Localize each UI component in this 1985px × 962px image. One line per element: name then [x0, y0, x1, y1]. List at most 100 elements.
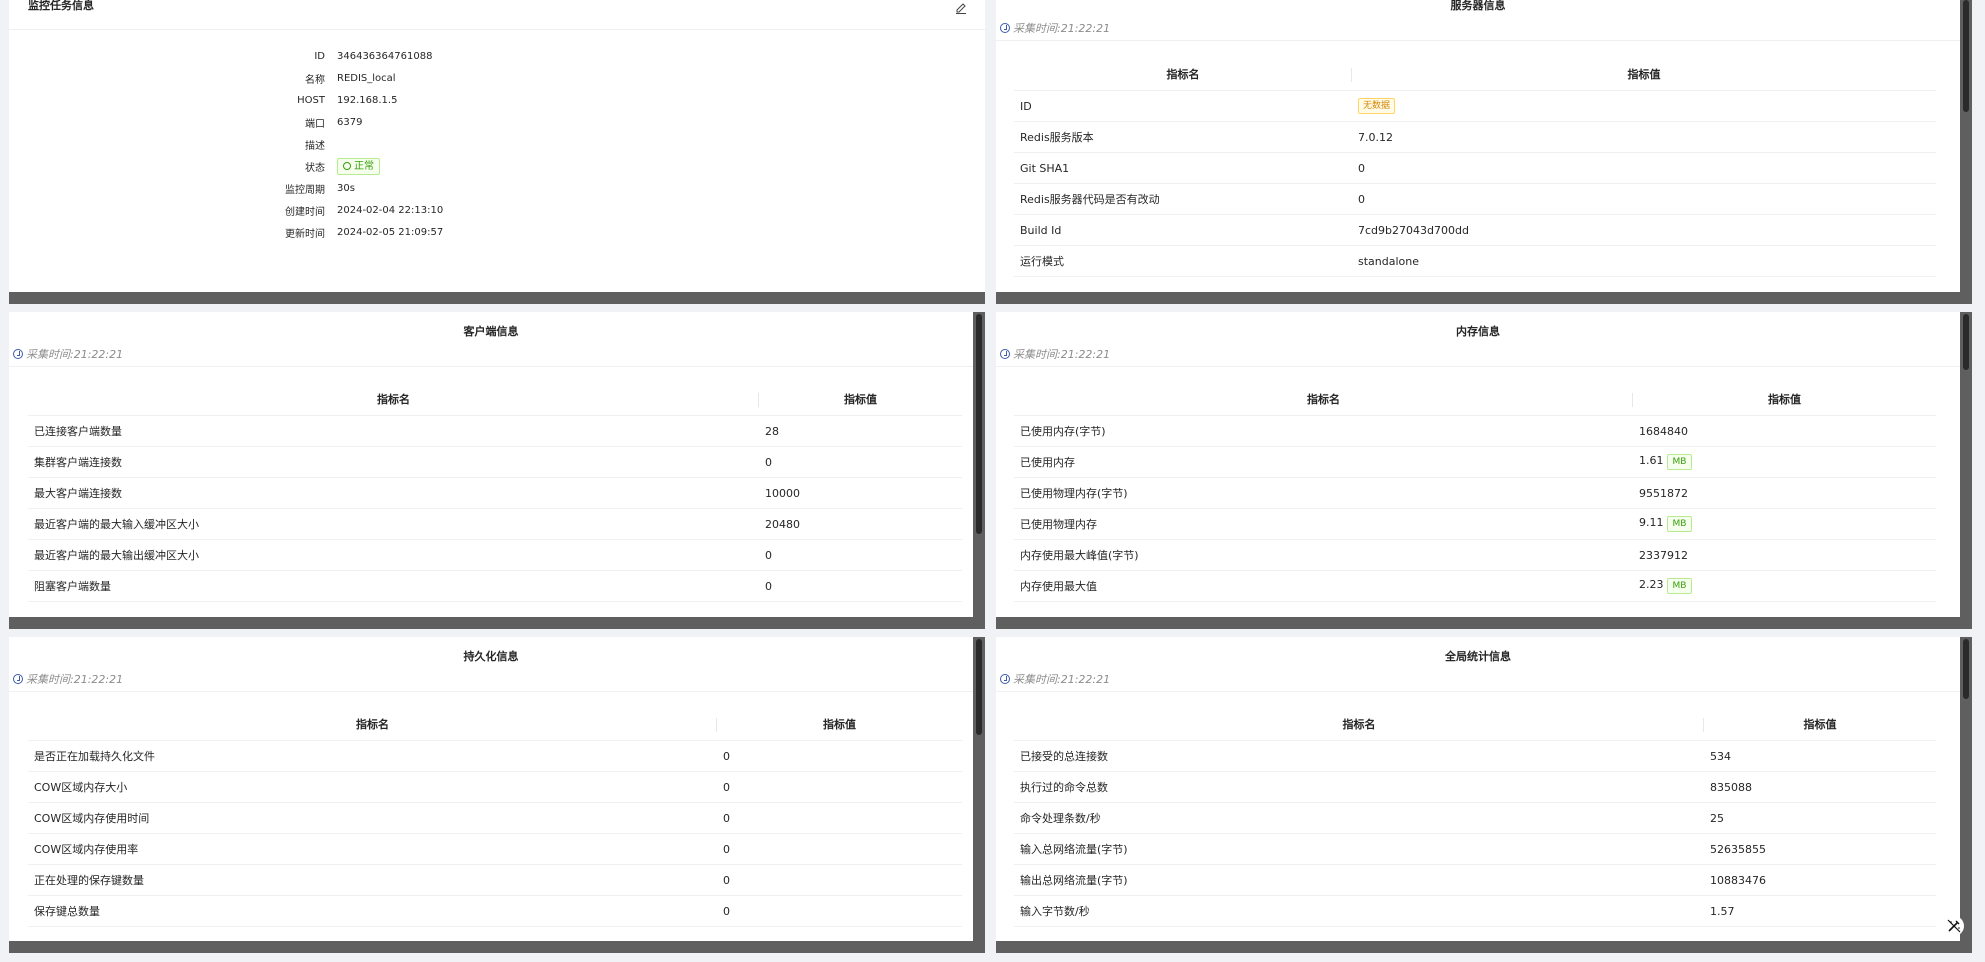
- desc-value: 192.168.1.5: [337, 94, 398, 106]
- divider: [996, 40, 1960, 41]
- table-row: Redis服务器代码是否有改动 0: [1014, 183, 1936, 215]
- column-header-value: 指标值: [1704, 708, 1936, 741]
- metric-value: 0: [717, 740, 962, 772]
- metric-name: 最近客户端的最大输入缓冲区大小: [28, 508, 759, 540]
- no-data-badge: 无数据: [1358, 98, 1396, 114]
- table-row: 内存使用最大值 2.23 MB: [1014, 570, 1936, 602]
- unit-badge: MB: [1666, 578, 1693, 594]
- table-header-row: 指标名 指标值: [28, 383, 962, 416]
- scrollbar[interactable]: [1960, 637, 1972, 941]
- table-row: 执行过的命令总数 835088: [1014, 771, 1936, 803]
- desc-label: 状态: [305, 162, 325, 174]
- collect-time-text: 采集时间:21:22:21: [1013, 348, 1111, 361]
- desc-label: 监控周期: [285, 184, 325, 196]
- scrollbar-thumb[interactable]: [976, 639, 982, 735]
- collect-time: 采集时间:21:22:21: [996, 671, 1972, 687]
- clock-icon: [1000, 674, 1010, 684]
- table-row: 已使用内存 1.61 MB: [1014, 446, 1936, 478]
- table-row: 内存使用最大峰值(字节) 2337912: [1014, 539, 1936, 571]
- table-row: 输出总网络流量(字节) 10883476: [1014, 864, 1936, 896]
- desc-value: 30s: [337, 182, 355, 194]
- metric-name: 内存使用最大值: [1014, 570, 1633, 602]
- metric-name: Git SHA1: [1014, 152, 1352, 184]
- stats-metrics-table: 指标名 指标值 已接受的总连接数 534 执行过的命令总数 835088 命令处理条…: [1014, 708, 1936, 927]
- persistence-info-panel: 持久化信息 采集时间:21:22:21 指标名 指标值 是否正在加载持久化文件 0…: [9, 637, 985, 953]
- table-row: 已使用物理内存(字节) 9551872: [1014, 477, 1936, 509]
- table-row: COW区域内存使用时间 0: [28, 802, 962, 834]
- metric-value: 0: [759, 446, 962, 478]
- memory-metrics-table: 指标名 指标值 已使用内存(字节) 1684840 已使用内存 1.61 MB 已使用…: [1014, 383, 1936, 602]
- metric-name: COW区域内存使用率: [28, 833, 717, 865]
- desc-row-status: 状态 正常: [9, 155, 443, 177]
- desc-row-updated: 更新时间 2024-02-05 21:09:57: [9, 221, 443, 243]
- table-row: COW区域内存使用率 0: [28, 833, 962, 865]
- desc-value: 6379: [337, 116, 363, 128]
- metric-name: COW区域内存使用时间: [28, 802, 717, 834]
- desc-label: HOST: [297, 94, 325, 106]
- desc-row-name: 名称 REDIS_local: [9, 67, 443, 89]
- metric-name: Build Id: [1014, 214, 1352, 246]
- unit-badge: MB: [1666, 454, 1693, 470]
- magic-wand-off-icon[interactable]: [1944, 916, 1964, 936]
- metric-value: 0: [759, 539, 962, 571]
- metric-value: 0: [717, 771, 962, 803]
- desc-row-description: 描述: [9, 133, 443, 155]
- metric-value: 0: [717, 833, 962, 865]
- metric-value: 7.0.12: [1352, 121, 1936, 153]
- scrollbar-thumb[interactable]: [976, 314, 982, 534]
- column-header-name: 指标名: [1014, 383, 1633, 416]
- table-header-row: 指标名 指标值: [28, 708, 962, 741]
- metric-value: 20480: [759, 508, 962, 540]
- collect-time-text: 采集时间:21:22:21: [1013, 673, 1111, 686]
- metric-name: 执行过的命令总数: [1014, 771, 1704, 803]
- table-row: 最近客户端的最大输入缓冲区大小 20480: [28, 508, 962, 540]
- metric-value-number: 1.61: [1639, 454, 1664, 467]
- clock-icon: [1000, 23, 1010, 33]
- divider: [9, 691, 973, 692]
- column-header-value: 指标值: [717, 708, 962, 741]
- clock-icon: [1000, 349, 1010, 359]
- metric-name: 保存键总数量: [28, 895, 717, 927]
- metric-name: 阻塞客户端数量: [28, 570, 759, 602]
- metric-name: 已连接客户端数量: [28, 415, 759, 447]
- scrollbar-thumb[interactable]: [1963, 0, 1969, 112]
- table-row: 保存键总数量 0: [28, 895, 962, 927]
- metric-name: 集群客户端连接数: [28, 446, 759, 478]
- panel-title: 客户端信息: [463, 325, 519, 338]
- persistence-metrics-table: 指标名 指标值 是否正在加载持久化文件 0 COW区域内存大小 0 COW区域内存使…: [28, 708, 962, 927]
- table-row: 阻塞客户端数量 0: [28, 570, 962, 602]
- metric-value: 0: [717, 864, 962, 896]
- column-header-name: 指标名: [28, 383, 759, 416]
- scrollbar-thumb[interactable]: [1963, 639, 1969, 699]
- desc-row-interval: 监控周期 30s: [9, 177, 443, 199]
- client-metrics-table: 指标名 指标值 已连接客户端数量 28 集群客户端连接数 0 最大客户端连接数 100…: [28, 383, 962, 602]
- collect-time-text: 采集时间:21:22:21: [1013, 22, 1111, 35]
- metric-value: 10883476: [1704, 864, 1936, 896]
- scrollbar[interactable]: [973, 312, 985, 617]
- metric-value-number: 2.23: [1639, 578, 1664, 591]
- panel-title: 全局统计信息: [1445, 650, 1511, 663]
- table-row: 已使用物理内存 9.11 MB: [1014, 508, 1936, 540]
- column-header-name: 指标名: [28, 708, 717, 741]
- edit-icon[interactable]: [955, 0, 967, 14]
- metric-value: 0: [1352, 152, 1936, 184]
- scrollbar[interactable]: [1960, 0, 1972, 292]
- metric-value-number: 9.11: [1639, 516, 1664, 529]
- metric-value: 10000: [759, 477, 962, 509]
- metric-name: 已使用内存(字节): [1014, 415, 1633, 447]
- desc-value: 346436364761088: [337, 50, 433, 62]
- metric-value: 1684840: [1633, 415, 1936, 447]
- task-info-title: 监控任务信息: [28, 0, 94, 12]
- scrollbar[interactable]: [1960, 312, 1972, 617]
- desc-label: ID: [314, 50, 325, 62]
- metric-value: 0: [717, 895, 962, 927]
- table-header-row: 指标名 指标值: [1014, 58, 1936, 91]
- metric-name: Redis服务版本: [1014, 121, 1352, 153]
- scrollbar[interactable]: [973, 637, 985, 941]
- desc-label: 描述: [305, 140, 325, 152]
- metric-value: 9.11 MB: [1633, 508, 1936, 540]
- metric-value: 0: [1352, 183, 1936, 215]
- table-row: 输入总网络流量(字节) 52635855: [1014, 833, 1936, 865]
- table-row: 命令处理条数/秒 25: [1014, 802, 1936, 834]
- scrollbar-thumb[interactable]: [1963, 314, 1969, 370]
